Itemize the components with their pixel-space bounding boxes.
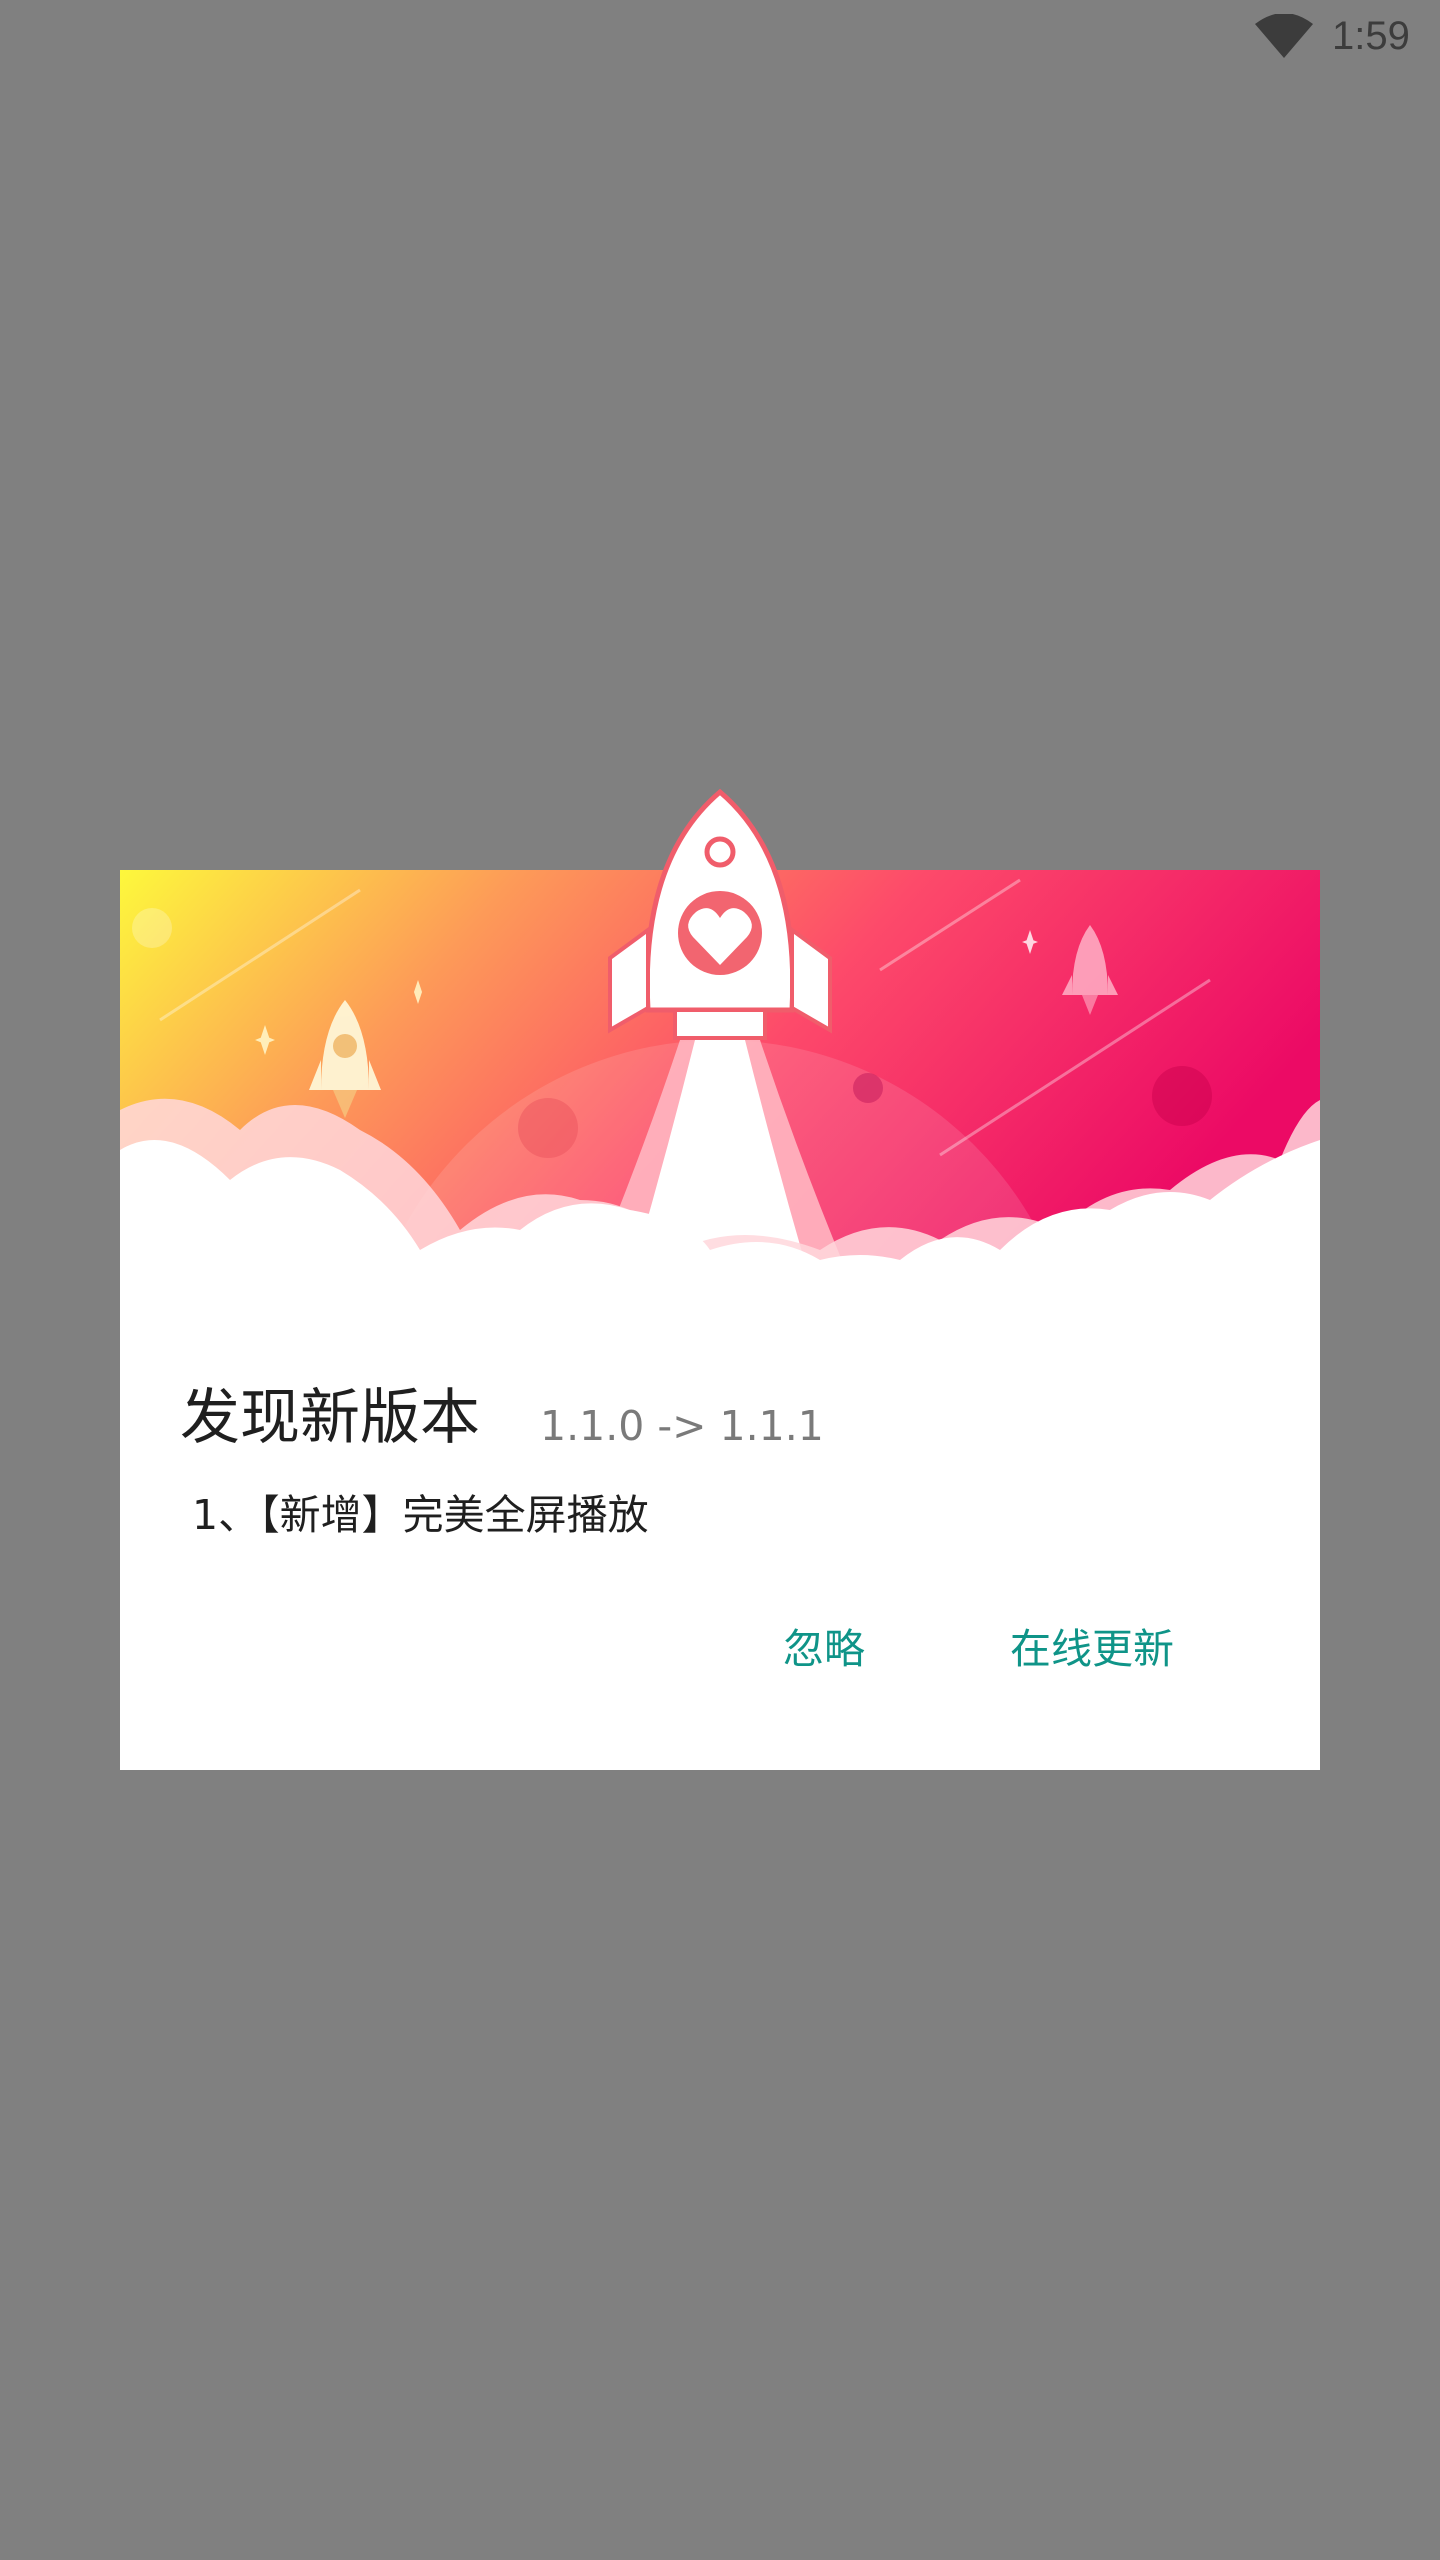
changelog-item: 1、【新增】完美全屏播放	[192, 1491, 649, 1539]
ignore-button[interactable]: 忽略	[783, 1620, 865, 1678]
version-info: 1.1.0 -> 1.1.1	[540, 1402, 824, 1450]
wifi-icon	[1255, 14, 1313, 58]
update-banner	[120, 780, 1320, 1340]
status-bar: 1:59	[0, 0, 1440, 72]
update-online-button[interactable]: 在线更新	[1010, 1620, 1174, 1678]
status-time: 1:59	[1332, 14, 1410, 58]
dialog-title: 发现新版本	[180, 1383, 480, 1453]
